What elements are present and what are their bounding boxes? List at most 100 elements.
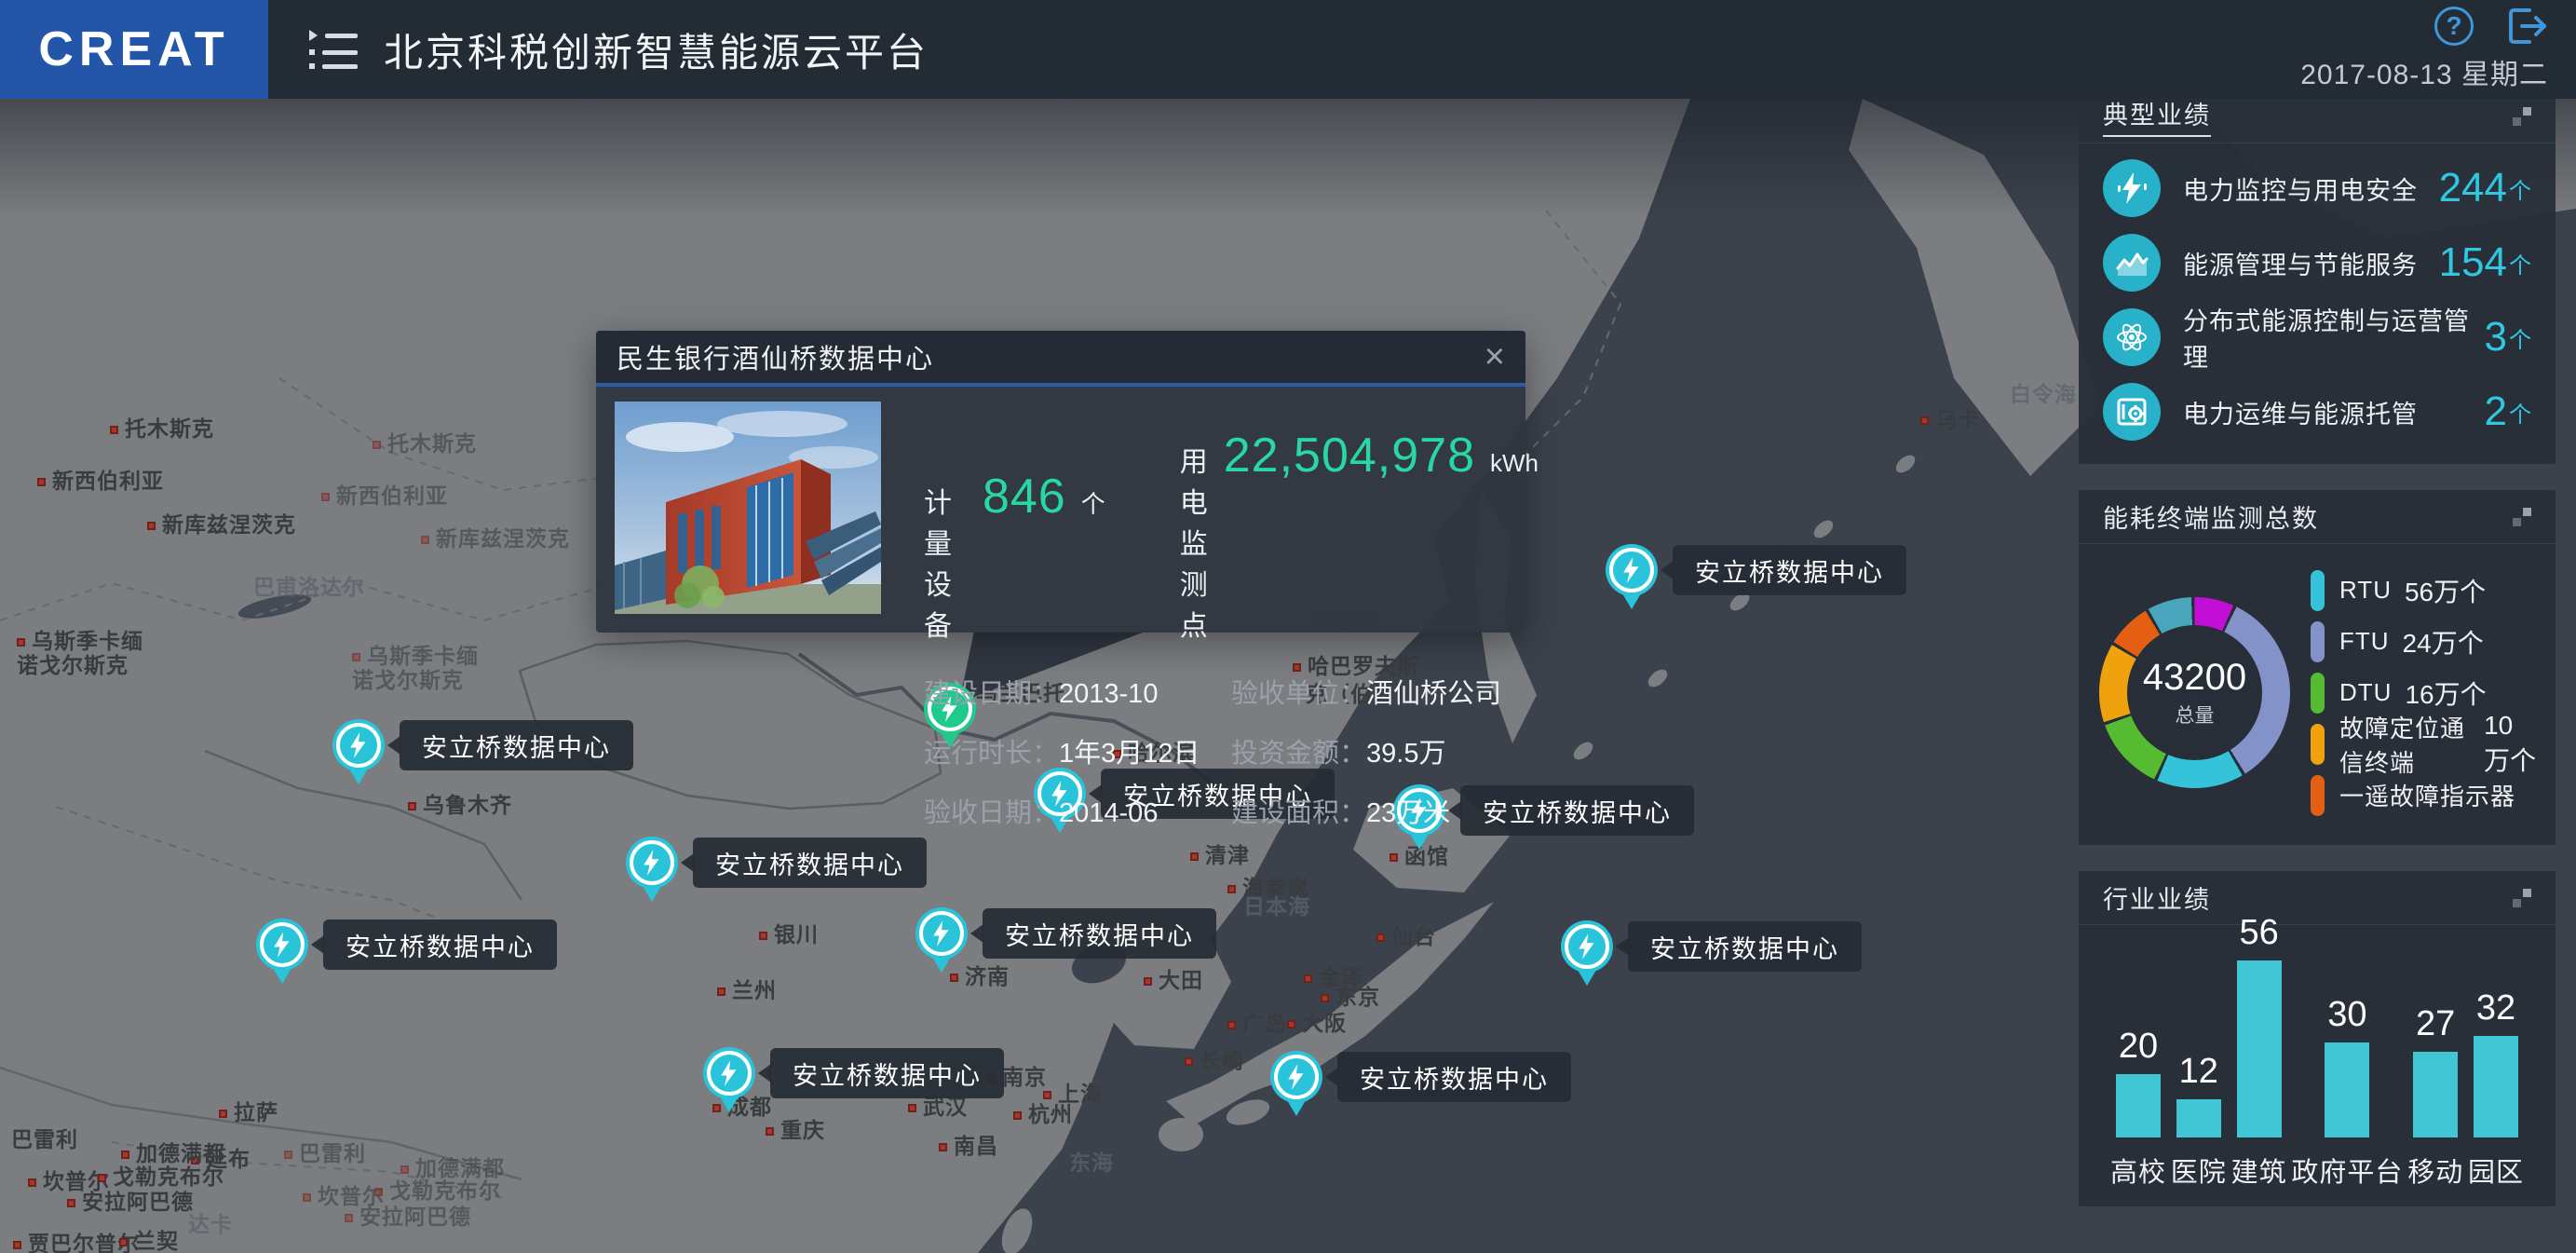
industry-header: 行业业绩	[2079, 871, 2556, 925]
typical-item: 电力运维与能源托管2个	[2103, 375, 2531, 449]
bar	[2474, 1036, 2518, 1137]
map-city-label: 托木斯克	[373, 426, 477, 457]
lightning-bolt-icon	[332, 719, 385, 771]
map-city-label: 日本海	[1243, 889, 1310, 920]
building-photo	[615, 402, 881, 614]
terminals-legend: RTU56万个FTU24万个DTU16万个故障定位通信终端10万个一遥故障指示器	[2311, 565, 2537, 821]
city-dot-icon	[110, 426, 118, 434]
menu-icon[interactable]	[309, 30, 358, 69]
map-marker-label[interactable]: 安立桥数据中心	[1337, 1052, 1571, 1102]
city-dot-icon	[1920, 416, 1929, 425]
map-city-label: 巴甫洛达尔	[253, 569, 365, 601]
city-dot-icon	[1390, 853, 1398, 862]
ops-panel-icon	[2103, 383, 2161, 441]
bar	[2176, 1099, 2221, 1137]
map-city-label: 杭州	[1013, 1096, 1073, 1128]
donut-total: 43200	[2143, 657, 2246, 699]
lightning-bolt-icon	[1561, 920, 1613, 973]
legend-color-chip	[2311, 775, 2325, 816]
expand-icon[interactable]	[2513, 508, 2531, 526]
expand-icon[interactable]	[2513, 889, 2531, 907]
map-marker[interactable]	[256, 919, 308, 971]
map-city-label: 新库兹涅茨克	[147, 507, 296, 538]
city-dot-icon	[373, 441, 381, 449]
panel-terminals: 能耗终端监测总数 43200 总量 RTU56万个FTU24万个DTU16万个故…	[2079, 490, 2556, 845]
stat-label: 计量设备	[924, 480, 968, 644]
map-marker[interactable]	[1606, 544, 1658, 596]
popup-detail: 投资金额：39.5万	[1231, 731, 1539, 770]
legend-label: DTU	[2339, 678, 2392, 707]
typical-item-label: 电力运维与能源托管	[2183, 394, 2485, 430]
legend-value: 56万个	[2405, 572, 2486, 609]
city-dot-icon	[219, 1110, 227, 1118]
map-city-label: 重庆	[766, 1112, 825, 1144]
map-city-label: 广岛	[1227, 1006, 1287, 1038]
map-marker[interactable]	[332, 719, 385, 771]
typical-item-unit: 个	[2509, 321, 2531, 354]
map-city-label: 乌卡	[1920, 402, 1980, 433]
map-city-label: 仙台	[1376, 919, 1436, 950]
right-sidebar: 公司已运营 2 年 158 天 典型业绩 电力监控与用电安全244个能源管理与节…	[2079, 24, 2556, 1206]
city-dot-icon	[321, 493, 330, 501]
city-dot-icon	[13, 1241, 21, 1249]
top-header: CREAT 北京科税创新智慧能源云平台 ? 2017-08-13 星期二	[0, 0, 2576, 99]
city-dot-icon	[284, 1151, 292, 1159]
bar-value-label: 30	[2327, 995, 2366, 1035]
map-marker-label[interactable]: 安立桥数据中心	[983, 908, 1216, 959]
map-marker-label[interactable]: 安立桥数据中心	[693, 838, 927, 888]
donut-total-label: 总量	[2176, 701, 2215, 729]
help-icon[interactable]: ?	[2434, 7, 2474, 46]
city-dot-icon	[121, 1151, 129, 1159]
bar-category-label: 政府平台	[2291, 1151, 2403, 1190]
city-dot-icon	[374, 1188, 383, 1196]
map-marker[interactable]	[1561, 920, 1613, 973]
expand-icon[interactable]	[2513, 107, 2531, 126]
popup-primary-stat: 计量设备846个	[924, 469, 1105, 644]
map-marker-label[interactable]: 安立桥数据中心	[1673, 545, 1906, 595]
city-dot-icon	[908, 1104, 916, 1112]
city-dot-icon	[939, 1143, 947, 1151]
city-dot-icon	[1013, 1111, 1022, 1120]
map-city-label: 新西伯利亚	[37, 463, 164, 495]
close-icon[interactable]: ×	[1485, 339, 1505, 375]
map-marker-label[interactable]: 安立桥数据中心	[323, 919, 557, 970]
detail-label: 投资金额：	[1231, 739, 1366, 769]
legend-color-chip	[2311, 673, 2325, 714]
legend-item: RTU56万个	[2311, 565, 2537, 616]
map-marker[interactable]	[703, 1047, 755, 1099]
city-dot-icon	[421, 536, 429, 544]
city-dot-icon	[1376, 933, 1385, 942]
map-marker[interactable]	[915, 907, 968, 960]
bar-column: 20高校	[2110, 1027, 2166, 1190]
typical-item-label: 能源管理与节能服务	[2183, 245, 2439, 281]
map-marker[interactable]	[1270, 1051, 1322, 1103]
legend-item: FTU24万个	[2311, 616, 2537, 667]
map-city-label: 托木斯克	[110, 411, 214, 443]
city-dot-icon	[408, 802, 416, 810]
lightning-bolt-icon	[915, 907, 968, 960]
lightning-bolt-icon	[1606, 544, 1658, 596]
city-dot-icon	[950, 974, 958, 982]
detail-value: 23万米	[1366, 798, 1450, 828]
header-right: ? 2017-08-13 星期二	[2300, 7, 2548, 92]
detail-label: 运行时长：	[924, 739, 1059, 769]
logout-icon[interactable]	[2507, 7, 2548, 46]
app-window: CREAT 北京科税创新智慧能源云平台 ? 2017-08-13 星期二	[0, 0, 2576, 1253]
atom-icon	[2103, 308, 2161, 366]
detail-value: 酒仙桥公司	[1366, 679, 1501, 709]
map-city-label: 达卡	[188, 1206, 233, 1238]
detail-label: 验收日期：	[924, 798, 1059, 828]
city-dot-icon	[759, 932, 767, 940]
map-city-label: 安拉阿巴德	[345, 1199, 471, 1231]
map-marker-label[interactable]: 安立桥数据中心	[770, 1048, 1004, 1098]
city-dot-icon	[37, 478, 46, 486]
bar	[2413, 1052, 2458, 1137]
detail-value: 2014-06	[1059, 798, 1158, 828]
city-dot-icon	[98, 1174, 106, 1182]
bar-category-label: 园区	[2468, 1151, 2524, 1190]
typical-item: 能源管理与节能服务154个	[2103, 225, 2531, 300]
city-dot-icon	[1144, 977, 1152, 986]
bar-category-label: 建筑	[2231, 1151, 2287, 1190]
legend-item: 故障定位通信终端10万个	[2311, 718, 2537, 770]
map-marker-label[interactable]: 安立桥数据中心	[1628, 921, 1862, 972]
